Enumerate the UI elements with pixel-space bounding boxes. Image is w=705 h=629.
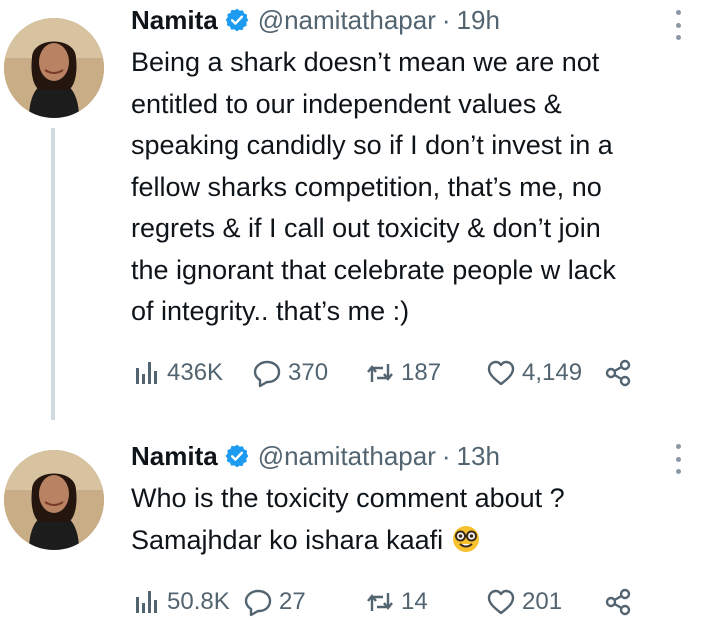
heart-icon: [487, 360, 515, 386]
views-count: 50.8K: [167, 588, 230, 615]
avatar[interactable]: [4, 18, 104, 118]
tweet-text: Who is the toxicity comment about ? Sama…: [131, 478, 701, 561]
tweet-text-line-content: Samajhdar ko ishara kaafi: [131, 524, 444, 555]
more-options-icon[interactable]: [673, 444, 683, 474]
tweet-text: Being a shark doesn’t mean we are not en…: [131, 42, 701, 333]
tweet[interactable]: Namita @namitathapar · 19h Being a shark…: [0, 0, 705, 420]
reply-count: 370: [288, 359, 329, 386]
share-icon: [605, 359, 631, 387]
reply-icon: [244, 589, 272, 617]
tweet-text-line: fellow sharks competition, that’s me, no: [131, 171, 602, 202]
views-count: 436K: [167, 359, 224, 386]
retweet-count: 14: [401, 588, 428, 615]
verified-badge-icon: [225, 8, 249, 32]
separator-dot: ·: [441, 440, 451, 471]
retweet-count: 187: [401, 359, 442, 386]
heart-icon: [487, 589, 515, 615]
avatar[interactable]: [4, 450, 104, 550]
reply-button[interactable]: 370: [252, 353, 328, 393]
tweet-text-line: Being a shark doesn’t mean we are not: [131, 47, 600, 77]
author-name[interactable]: Namita: [131, 441, 218, 472]
author-handle[interactable]: @namitathapar: [258, 5, 436, 36]
verified-badge-icon: [225, 444, 249, 468]
analytics-icon: [136, 591, 157, 613]
share-icon: [605, 588, 631, 616]
like-count: 4,149: [522, 359, 583, 386]
reply-count: 27: [279, 588, 306, 615]
action-bar: 436K 370 187 4,149: [131, 353, 691, 393]
like-button[interactable]: 4,149: [486, 353, 582, 393]
share-button[interactable]: [603, 353, 633, 393]
thread-line: [51, 128, 55, 420]
reply-button[interactable]: 27: [243, 582, 306, 622]
reply-icon: [253, 360, 281, 388]
more-options-icon[interactable]: [673, 10, 683, 40]
tweet-header: Namita @namitathapar · 13h: [131, 438, 500, 474]
tweet-text-line: regrets & if I call out toxicity & don’t…: [131, 213, 601, 243]
like-button[interactable]: 201: [486, 582, 562, 622]
timestamp[interactable]: 13h: [457, 441, 500, 472]
retweet-icon: [367, 364, 393, 382]
tweet-text-line: entitled to our independent values &: [131, 88, 562, 119]
tweet-text-line: the ignorant that celebrate people w lac…: [131, 254, 616, 285]
views-button[interactable]: 436K: [131, 353, 223, 393]
timestamp[interactable]: 19h: [457, 5, 500, 36]
views-button[interactable]: 50.8K: [131, 582, 230, 622]
retweet-button[interactable]: 14: [365, 582, 428, 622]
like-count: 201: [522, 588, 563, 615]
tweet-text-line: speaking candidly so if I don’t invest i…: [131, 130, 613, 160]
separator-dot: ·: [441, 4, 451, 35]
retweet-button[interactable]: 187: [365, 353, 441, 393]
action-bar: 50.8K 27 14 201: [131, 582, 691, 622]
retweet-icon: [367, 593, 393, 611]
author-handle[interactable]: @namitathapar: [258, 441, 436, 472]
tweet-text-line: of integrity.. that’s me :): [131, 296, 410, 326]
analytics-icon: [136, 362, 157, 384]
tweet[interactable]: Namita @namitathapar · 13h Who is the to…: [0, 420, 705, 629]
nerd-face-emoji: [452, 525, 479, 552]
author-name[interactable]: Namita: [131, 5, 218, 36]
share-button[interactable]: [603, 582, 633, 622]
tweet-header: Namita @namitathapar · 19h: [131, 2, 500, 38]
tweet-text-line: Samajhdar ko ishara kaafi: [131, 520, 701, 562]
tweet-text-line: Who is the toxicity comment about ?: [131, 483, 565, 513]
